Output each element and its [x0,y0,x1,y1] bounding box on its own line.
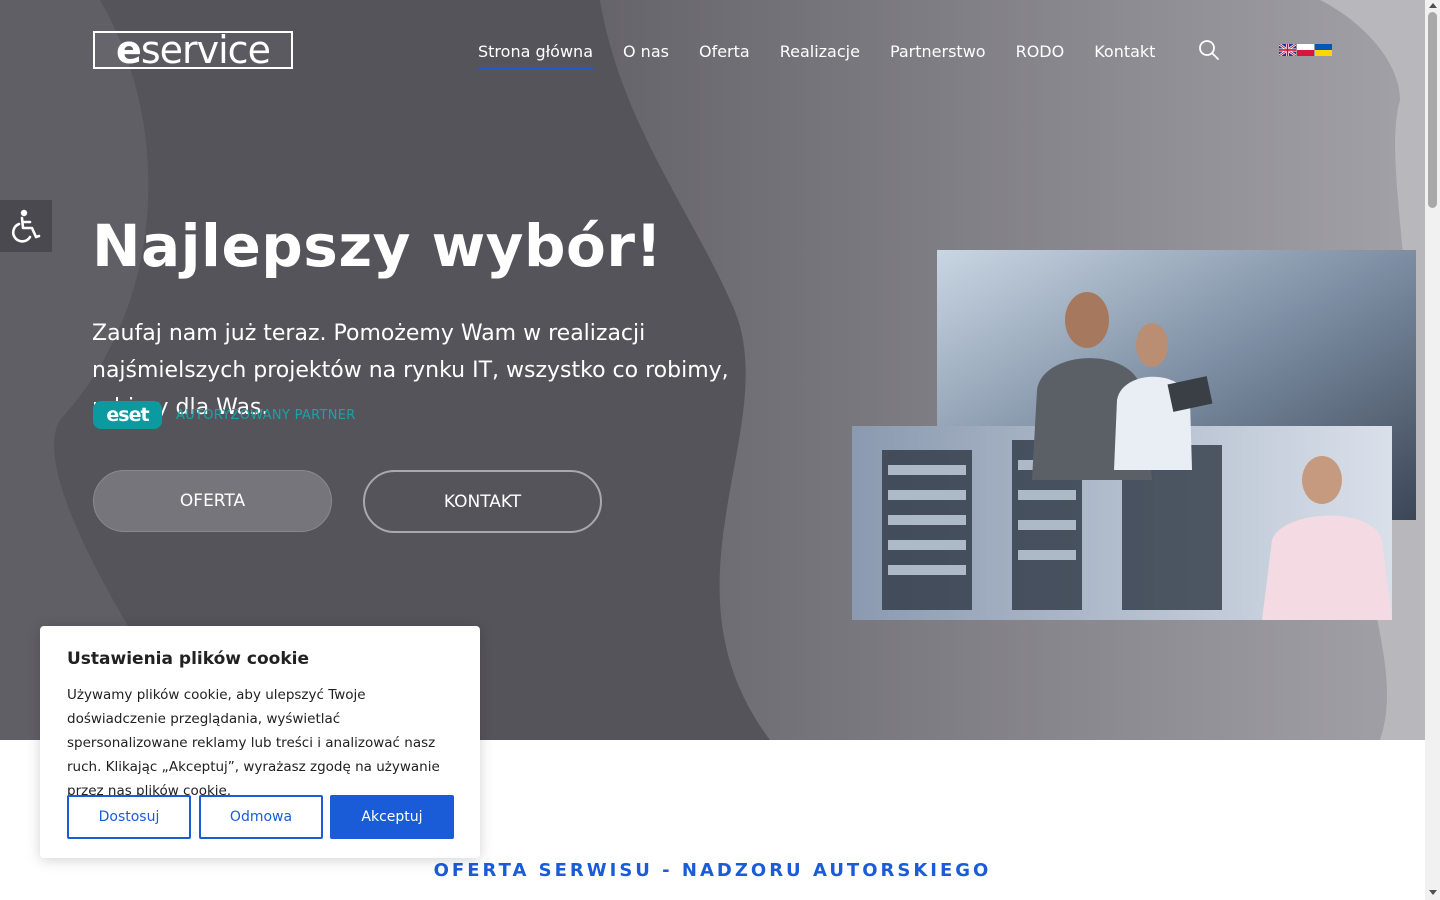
page-scrollbar[interactable] [1425,0,1440,900]
accessibility-button[interactable] [0,200,52,252]
contact-button[interactable]: KONTAKT [363,470,602,533]
flag-ua-icon[interactable] [1315,44,1332,56]
scroll-thumb[interactable] [1428,12,1437,208]
partner-label: AUTORYZOWANY PARTNER [176,407,356,423]
accessibility-icon [12,209,41,243]
flag-pl-icon[interactable] [1297,44,1314,56]
offer-button[interactable]: OFERTA [93,470,332,532]
cookie-accept-button[interactable]: Akceptuj [330,795,454,839]
nav-item-contact[interactable]: Kontakt [1094,42,1155,61]
cookie-banner: Ustawienia plików cookie Używamy plików … [40,626,480,858]
main-nav: Strona główna O nas Oferta Realizacje Pa… [478,38,1155,70]
nav-item-partnership[interactable]: Partnerstwo [890,42,986,61]
cookie-reject-button[interactable]: Odmowa [199,795,323,839]
offer-section-heading: OFERTA SERWISU - NADZORU AUTORSKIEGO [433,860,992,881]
nav-item-offer[interactable]: Oferta [699,42,750,61]
nav-item-about[interactable]: O nas [623,42,669,61]
cookie-customize-button[interactable]: Dostosuj [67,795,191,839]
cookie-text: Używamy plików cookie, aby ulepszyć Twoj… [67,687,440,799]
logo-word: service [140,28,271,72]
flag-en-icon[interactable] [1279,44,1296,56]
partner-badge: eset AUTORYZOWANY PARTNER [93,401,356,429]
nav-item-rodo[interactable]: RODO [1016,42,1065,61]
nav-item-projects[interactable]: Realizacje [780,42,860,61]
cookie-title: Ustawienia plików cookie [67,649,309,669]
logo-letter: e [116,28,142,72]
hero-photo [852,250,1416,620]
language-switcher [1279,44,1332,56]
scroll-down-arrow-icon[interactable] [1429,890,1437,895]
eset-logo: eset [93,401,162,429]
nav-item-home[interactable]: Strona główna [478,42,593,70]
scroll-up-arrow-icon[interactable] [1429,3,1437,8]
search-icon[interactable] [1198,39,1220,61]
hero-title: Najlepszy wybór! [92,212,663,280]
site-logo[interactable]: e service [93,31,293,69]
